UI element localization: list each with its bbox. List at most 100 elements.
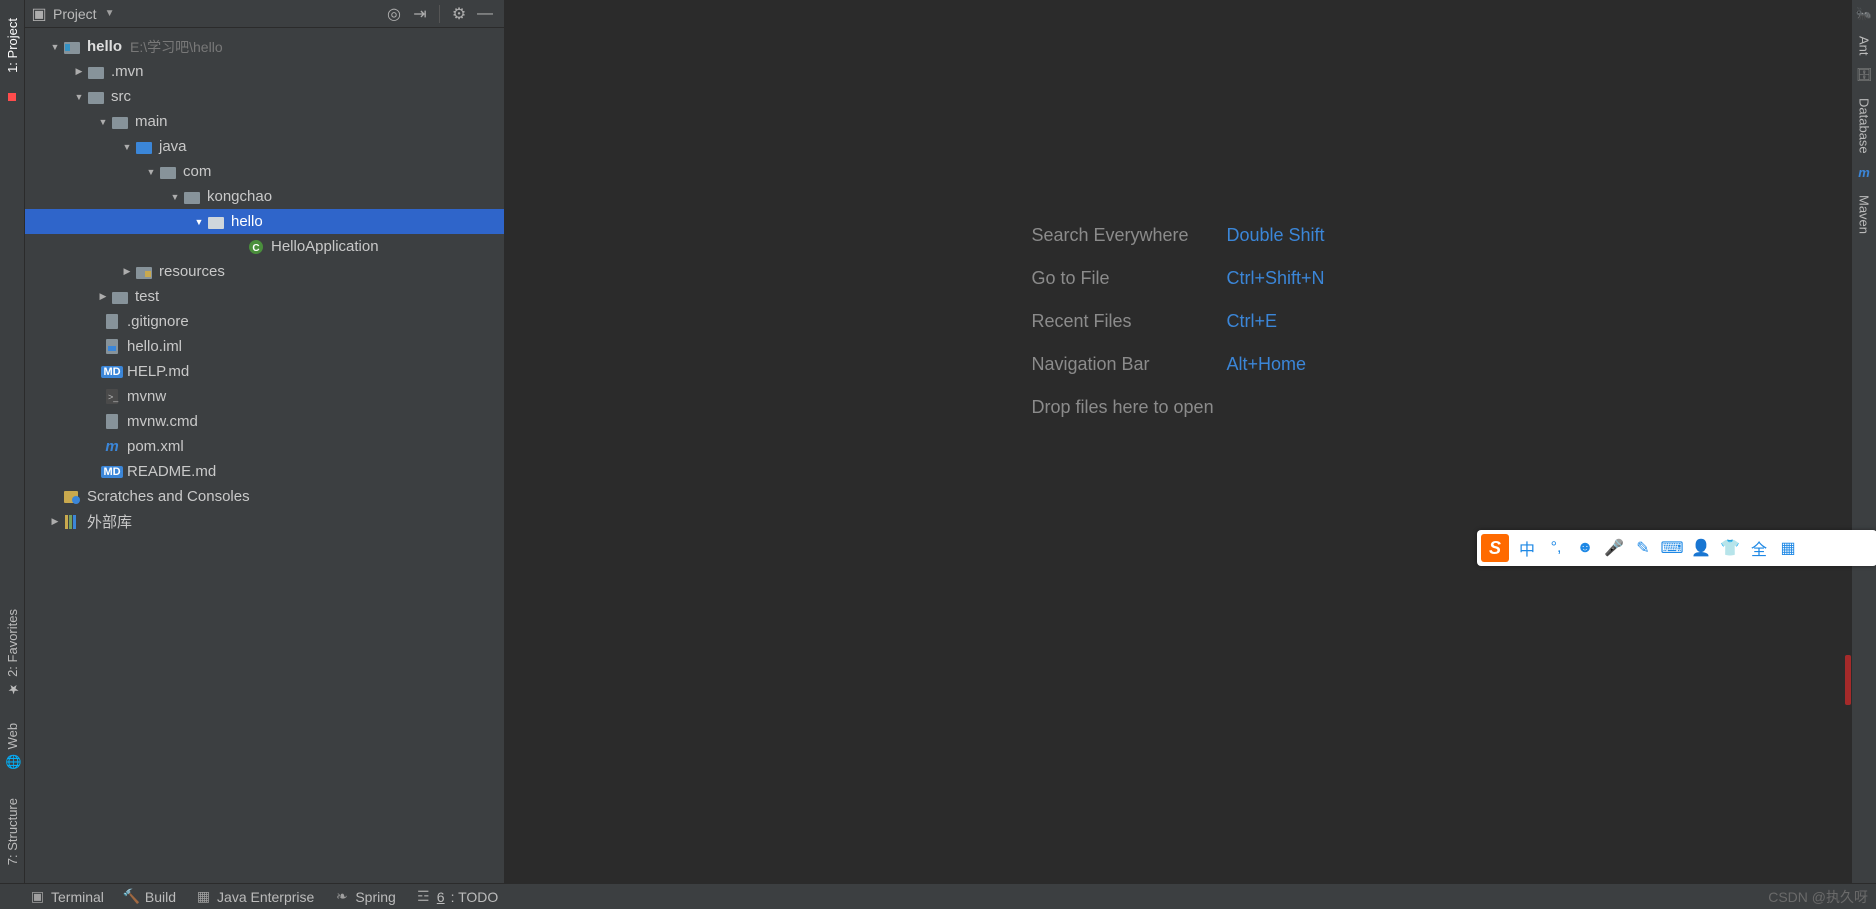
file-icon bbox=[103, 413, 121, 431]
terminal-icon: ▣ bbox=[30, 889, 45, 904]
javaee-icon: ▦ bbox=[196, 889, 211, 904]
tree-java[interactable]: java bbox=[25, 134, 504, 159]
ime-zhong[interactable]: 中 bbox=[1516, 537, 1538, 559]
ime-mic-icon[interactable]: 🎤 bbox=[1603, 537, 1625, 559]
ime-keyboard-icon[interactable]: ⌨ bbox=[1661, 537, 1683, 559]
hint-nav: Navigation BarAlt+Home bbox=[1031, 354, 1324, 375]
project-tab[interactable]: 1: Project bbox=[5, 18, 20, 73]
chevron-down-icon[interactable] bbox=[121, 142, 133, 152]
ime-quan[interactable]: 全 bbox=[1748, 537, 1770, 559]
ime-punct-icon[interactable]: °, bbox=[1545, 537, 1567, 559]
ant-icon: 🐜 bbox=[1857, 6, 1872, 21]
hint-recent: Recent FilesCtrl+E bbox=[1031, 311, 1324, 332]
dropdown-icon[interactable]: ▼ bbox=[105, 8, 115, 19]
project-tree[interactable]: hello E:\学习吧\hello .mvn src main bbox=[25, 28, 504, 909]
package-icon bbox=[207, 213, 225, 231]
web-tab[interactable]: 🌐 Web bbox=[5, 723, 20, 769]
collapse-icon[interactable]: ⇥ bbox=[409, 3, 431, 25]
ime-emoji-icon[interactable]: ☻ bbox=[1574, 537, 1596, 559]
terminal-tab[interactable]: ▣Terminal bbox=[30, 889, 104, 905]
tree-kongchao[interactable]: kongchao bbox=[25, 184, 504, 209]
chevron-down-icon[interactable] bbox=[193, 217, 205, 227]
watermark-text: CSDN @执久呀 bbox=[1768, 887, 1868, 907]
separator bbox=[439, 5, 440, 23]
maven-tab[interactable]: Maven bbox=[1857, 195, 1872, 234]
svg-text:C: C bbox=[252, 243, 259, 254]
chevron-down-icon[interactable] bbox=[49, 42, 61, 52]
chevron-right-icon[interactable] bbox=[49, 516, 61, 527]
tree-root[interactable]: hello E:\学习吧\hello bbox=[25, 34, 504, 59]
project-panel-header: ▣ Project ▼ ◎ ⇥ ⚙ — bbox=[25, 0, 504, 28]
hint-drop: Drop files here to open bbox=[1031, 397, 1324, 418]
tree-hello-app[interactable]: C HelloApplication bbox=[25, 234, 504, 259]
ime-skin-icon[interactable]: 👕 bbox=[1719, 537, 1741, 559]
sogou-logo-icon[interactable]: S bbox=[1481, 534, 1509, 562]
svg-text:>_: >_ bbox=[108, 392, 119, 402]
gear-icon[interactable]: ⚙ bbox=[448, 3, 470, 25]
tree-scratches[interactable]: Scratches and Consoles bbox=[25, 484, 504, 509]
ant-tab[interactable]: Ant bbox=[1857, 36, 1872, 56]
chevron-down-icon[interactable] bbox=[73, 92, 85, 102]
todo-icon: ☲ bbox=[416, 889, 431, 904]
folder-icon bbox=[87, 88, 105, 106]
build-tab[interactable]: 🔨Build bbox=[124, 889, 176, 905]
spring-icon: ❧ bbox=[334, 889, 349, 904]
tree-main[interactable]: main bbox=[25, 109, 504, 134]
tree-mvnwcmd[interactable]: mvnw.cmd bbox=[25, 409, 504, 434]
chevron-right-icon[interactable] bbox=[97, 291, 109, 302]
todo-tab[interactable]: ☲6: TODO bbox=[416, 889, 499, 905]
tree-src[interactable]: src bbox=[25, 84, 504, 109]
ime-user-icon[interactable]: 👤 bbox=[1690, 537, 1712, 559]
ime-pen-icon[interactable]: ✎ bbox=[1632, 537, 1654, 559]
project-tool-window: ▣ Project ▼ ◎ ⇥ ⚙ — hello E:\学习吧\hello .… bbox=[25, 0, 505, 909]
maven-icon: m bbox=[103, 438, 121, 456]
scratches-icon bbox=[63, 488, 81, 506]
tree-mvnw[interactable]: >_ mvnw bbox=[25, 384, 504, 409]
tree-readme[interactable]: MD README.md bbox=[25, 459, 504, 484]
class-icon: C bbox=[247, 238, 265, 256]
structure-tab[interactable]: 7: Structure bbox=[5, 798, 20, 865]
bottom-tool-bar: ▣Terminal 🔨Build ▦Java Enterprise ❧Sprin… bbox=[0, 883, 1876, 909]
chevron-down-icon[interactable] bbox=[169, 192, 181, 202]
tree-external[interactable]: 外部库 bbox=[25, 509, 504, 534]
spring-tab[interactable]: ❧Spring bbox=[334, 889, 395, 905]
tree-root-path: E:\学习吧\hello bbox=[130, 37, 223, 57]
tree-mvn[interactable]: .mvn bbox=[25, 59, 504, 84]
tree-iml[interactable]: hello.iml bbox=[25, 334, 504, 359]
favorites-tab[interactable]: ★ 2: Favorites bbox=[5, 609, 20, 696]
iml-icon bbox=[103, 338, 121, 356]
hint-goto: Go to FileCtrl+Shift+N bbox=[1031, 268, 1324, 289]
editor-empty-state: Search EverywhereDouble Shift Go to File… bbox=[505, 0, 1851, 909]
folder-icon bbox=[87, 63, 105, 81]
scrollbar-marker bbox=[1845, 655, 1851, 705]
tree-helpmd[interactable]: MD HELP.md bbox=[25, 359, 504, 384]
project-panel-title[interactable]: Project bbox=[53, 6, 97, 22]
database-tab[interactable]: Database bbox=[1857, 98, 1872, 154]
ime-menu-icon[interactable]: ▦ bbox=[1777, 537, 1799, 559]
ime-toolbar[interactable]: S 中 °, ☻ 🎤 ✎ ⌨ 👤 👕 全 ▦ bbox=[1477, 530, 1876, 566]
tree-hello-pkg[interactable]: hello bbox=[25, 209, 504, 234]
hide-icon[interactable]: — bbox=[474, 3, 496, 25]
shell-icon: >_ bbox=[103, 388, 121, 406]
chevron-down-icon[interactable] bbox=[145, 167, 157, 177]
tree-pom[interactable]: m pom.xml bbox=[25, 434, 504, 459]
package-icon bbox=[183, 188, 201, 206]
module-icon bbox=[63, 38, 81, 56]
chevron-down-icon[interactable] bbox=[97, 117, 109, 127]
database-icon: 🗄 bbox=[1857, 68, 1872, 83]
maven-icon: m bbox=[1857, 165, 1872, 180]
locate-icon[interactable]: ◎ bbox=[383, 3, 405, 25]
tree-test[interactable]: test bbox=[25, 284, 504, 309]
md-icon: MD bbox=[103, 363, 121, 381]
tree-resources[interactable]: resources bbox=[25, 259, 504, 284]
tree-gitignore[interactable]: .gitignore bbox=[25, 309, 504, 334]
tree-com[interactable]: com bbox=[25, 159, 504, 184]
hammer-icon: 🔨 bbox=[124, 889, 139, 904]
folder-icon bbox=[111, 288, 129, 306]
chevron-right-icon[interactable] bbox=[121, 266, 133, 277]
folder-icon bbox=[111, 113, 129, 131]
project-icon: ▣ bbox=[31, 6, 47, 22]
marker-red-icon bbox=[8, 93, 16, 101]
javaee-tab[interactable]: ▦Java Enterprise bbox=[196, 889, 314, 905]
chevron-right-icon[interactable] bbox=[73, 66, 85, 77]
